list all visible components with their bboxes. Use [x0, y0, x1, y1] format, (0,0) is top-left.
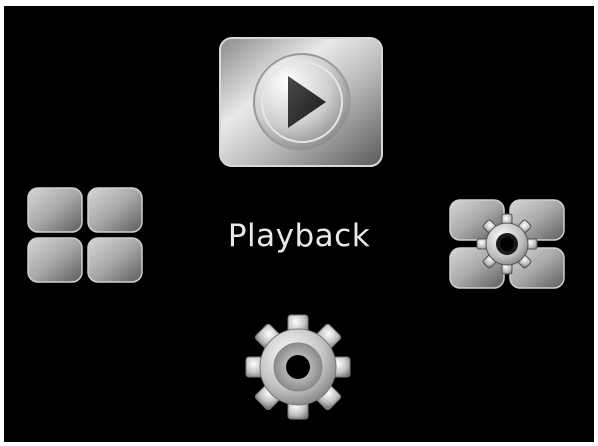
settings-menu-item[interactable]	[242, 314, 354, 420]
play-icon	[219, 37, 383, 167]
playback-menu-item[interactable]	[218, 36, 384, 168]
gear-icon	[245, 314, 351, 420]
gear-grid-icon	[449, 199, 565, 289]
selected-menu-label: Playback	[227, 218, 371, 254]
grid-icon	[27, 187, 143, 283]
menu-screen: Playback	[4, 6, 594, 442]
settings-grid-menu-item[interactable]	[448, 198, 566, 290]
grid-menu-item[interactable]	[26, 186, 144, 284]
